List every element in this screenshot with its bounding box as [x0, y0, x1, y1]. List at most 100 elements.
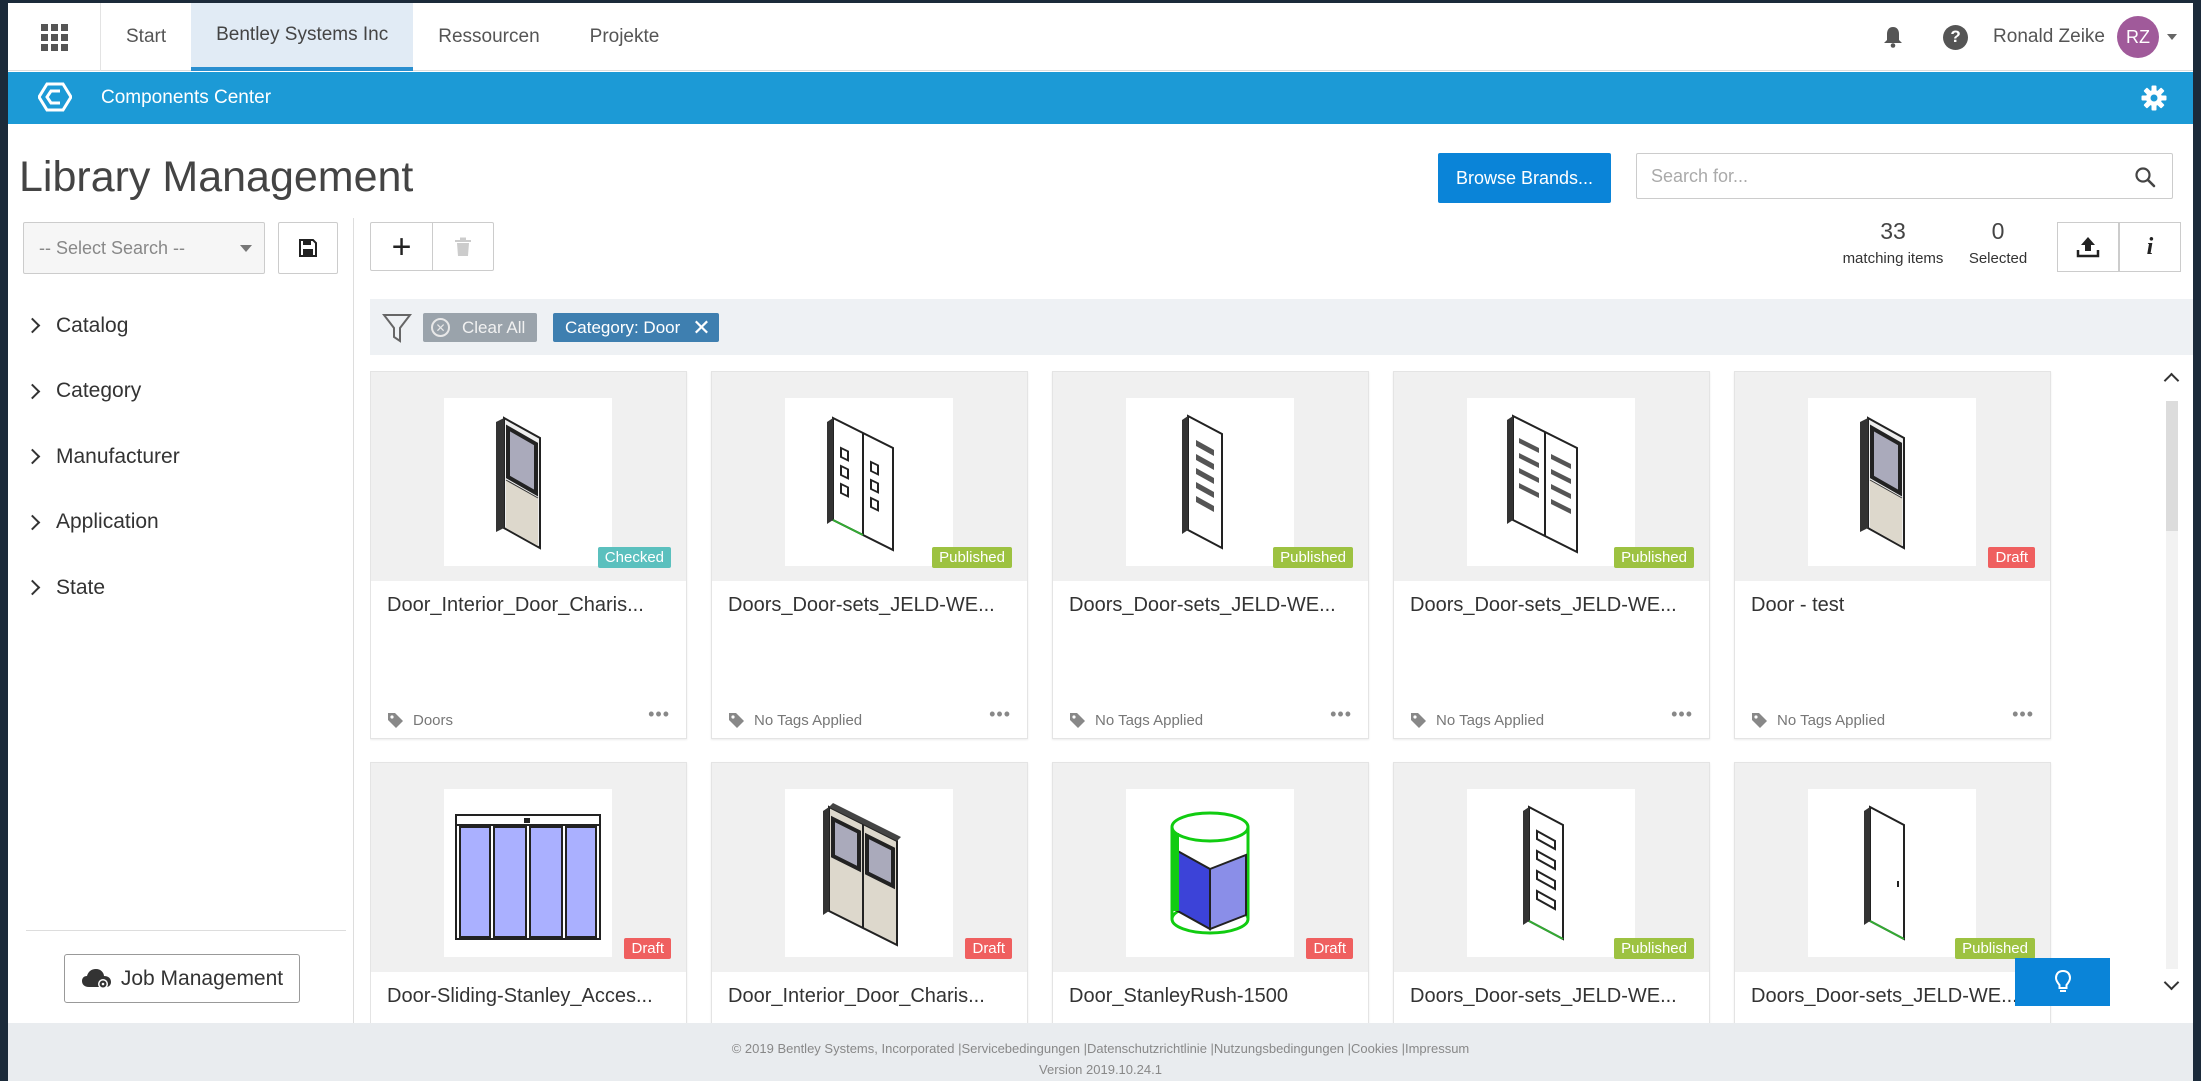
chevron-right-icon — [24, 448, 41, 465]
item-name[interactable]: Door - test — [1751, 594, 2039, 617]
item-tags-label: No Tags Applied — [1777, 712, 1886, 729]
item-name[interactable]: Doors_Door-sets_JELD-WE... — [728, 594, 1016, 617]
search-icon[interactable] — [2134, 166, 2156, 188]
door-model-icon — [1523, 805, 1564, 941]
job-management-label: Job Management — [120, 966, 284, 990]
item-name[interactable]: Doors_Door-sets_JELD-WE... — [1751, 985, 2039, 1008]
door-model-icon — [1170, 811, 1250, 935]
filter-icon[interactable] — [382, 312, 412, 344]
plus-icon: + — [391, 227, 412, 266]
app-window: Start Bentley Systems Inc Ressourcen Pro… — [8, 3, 2193, 1081]
clear-all-button[interactable]: ✕ Clear All — [423, 313, 538, 342]
footer: © 2019 Bentley Systems, Incorporated |Se… — [8, 1023, 2193, 1081]
more-options-icon[interactable]: ••• — [1330, 704, 1352, 725]
bell-icon[interactable] — [1883, 26, 1903, 48]
item-card[interactable]: Published Doors_Door-sets_JELD-WE... — [1393, 762, 1710, 1023]
matching-count-value: 33 — [1880, 218, 1906, 244]
browse-brands-button[interactable]: Browse Brands... — [1438, 153, 1611, 203]
scroll-thumb[interactable] — [2166, 401, 2178, 531]
more-options-icon[interactable]: ••• — [989, 704, 1011, 725]
item-thumbnail-area: Published — [712, 372, 1027, 581]
item-thumbnail — [444, 398, 612, 566]
facet-manufacturer[interactable]: Manufacturer — [23, 424, 180, 490]
item-thumbnail-area: Draft — [712, 763, 1027, 972]
facet-state[interactable]: State — [23, 555, 180, 621]
nav-tab-bentley-systems[interactable]: Bentley Systems Inc — [191, 3, 414, 71]
nav-tab-start[interactable]: Start — [101, 3, 191, 71]
item-thumbnail — [444, 789, 612, 957]
sidebar-divider — [26, 930, 346, 931]
more-options-icon[interactable]: ••• — [2012, 704, 2034, 725]
door-model-icon — [496, 416, 541, 550]
filter-chip-label: Category: Door — [565, 317, 681, 337]
item-name[interactable]: Doors_Door-sets_JELD-WE... — [1069, 594, 1357, 617]
facet-category[interactable]: Category — [23, 359, 180, 425]
footer-links[interactable]: © 2019 Bentley Systems, Incorporated |Se… — [8, 1038, 2193, 1059]
apps-grid-icon — [40, 23, 68, 51]
item-thumbnail-area: Published — [1053, 372, 1368, 581]
item-card[interactable]: Published Doors_Door-sets_JELD-WE... — [1734, 762, 2051, 1023]
save-search-button[interactable] — [278, 222, 338, 274]
help-icon[interactable]: ? — [1943, 24, 1969, 50]
nav-tab-ressourcen[interactable]: Ressourcen — [413, 3, 564, 71]
upload-button[interactable] — [2057, 222, 2119, 272]
item-card[interactable]: Draft Door-Sliding-Stanley_Acces... — [370, 762, 687, 1023]
item-card[interactable]: Draft Door_StanleyRush-1500 — [1052, 762, 1369, 1023]
item-thumbnail — [1808, 789, 1976, 957]
nav-tab-projekte[interactable]: Projekte — [565, 3, 685, 71]
delete-button[interactable] — [431, 223, 493, 270]
tag-icon — [388, 713, 403, 728]
gear-icon[interactable] — [2141, 85, 2167, 111]
info-button[interactable]: i — [2119, 222, 2181, 272]
avatar[interactable]: RZ — [2117, 16, 2159, 58]
door-model-icon — [1860, 416, 1905, 550]
saved-search-select[interactable]: -- Select Search -- — [23, 222, 265, 274]
item-card[interactable]: Draft Door - test No Tags Applied ••• — [1734, 371, 2051, 739]
scroll-up-icon[interactable] — [2163, 372, 2180, 389]
item-card[interactable]: Published Doors_Door-sets_JELD-WE... No … — [1393, 371, 1710, 739]
feedback-button[interactable] — [2015, 958, 2110, 1006]
status-badge: Published — [1273, 547, 1353, 568]
matching-items-count: 33 matching items — [1838, 218, 1948, 267]
grid-scrollbar[interactable] — [2158, 361, 2186, 1005]
item-name[interactable]: Doors_Door-sets_JELD-WE... — [1410, 594, 1698, 617]
facet-application[interactable]: Application — [23, 490, 180, 556]
filter-chip-category[interactable]: Category: Door ✕ — [553, 313, 719, 342]
app-bar: Components Center — [8, 72, 2193, 124]
more-options-icon[interactable]: ••• — [1671, 704, 1693, 725]
facet-label: State — [56, 575, 106, 599]
item-name[interactable]: Door_Interior_Door_Charis... — [387, 594, 675, 617]
status-badge: Draft — [624, 938, 671, 959]
lightbulb-icon — [2054, 969, 2071, 992]
add-button[interactable]: + — [371, 223, 432, 270]
scroll-down-icon[interactable] — [2163, 974, 2180, 991]
matching-count-label: matching items — [1842, 250, 1944, 267]
status-badge: Draft — [965, 938, 1012, 959]
item-card[interactable]: Published Doors_Door-sets_JELD-WE... No … — [711, 371, 1028, 739]
facet-catalog[interactable]: Catalog — [23, 293, 180, 359]
remove-filter-icon[interactable]: ✕ — [692, 315, 710, 341]
item-card[interactable]: Published Doors_Door-sets_JELD-WE... No … — [1052, 371, 1369, 739]
job-management-button[interactable]: Job Management — [64, 954, 300, 1003]
search-input[interactable] — [1637, 154, 2117, 198]
item-tags: No Tags Applied — [1751, 712, 1885, 729]
user-name[interactable]: Ronald Zeike — [1993, 26, 2105, 48]
facet-label: Application — [56, 510, 159, 534]
item-grid: Checked Door_Interior_Door_Charis... Doo… — [370, 371, 2150, 1023]
status-badge: Draft — [1306, 938, 1353, 959]
item-name[interactable]: Door_StanleyRush-1500 — [1069, 985, 1357, 1008]
status-badge: Published — [1614, 547, 1694, 568]
item-card[interactable]: Checked Door_Interior_Door_Charis... Doo… — [370, 371, 687, 739]
more-options-icon[interactable]: ••• — [648, 704, 670, 725]
door-model-icon — [823, 803, 901, 947]
facet-list: Catalog Category Manufacturer Applicatio… — [23, 293, 180, 621]
item-name[interactable]: Doors_Door-sets_JELD-WE... — [1410, 985, 1698, 1008]
status-badge: Published — [1614, 938, 1694, 959]
user-menu-caret-icon[interactable] — [2167, 34, 2177, 40]
item-name[interactable]: Door-Sliding-Stanley_Acces... — [387, 985, 675, 1008]
item-card[interactable]: Draft Door_Interior_Door_Charis... — [711, 762, 1028, 1023]
chevron-right-icon — [24, 579, 41, 596]
app-switcher-button[interactable] — [8, 3, 101, 71]
item-name[interactable]: Door_Interior_Door_Charis... — [728, 985, 1016, 1008]
item-tags: No Tags Applied — [1069, 712, 1203, 729]
